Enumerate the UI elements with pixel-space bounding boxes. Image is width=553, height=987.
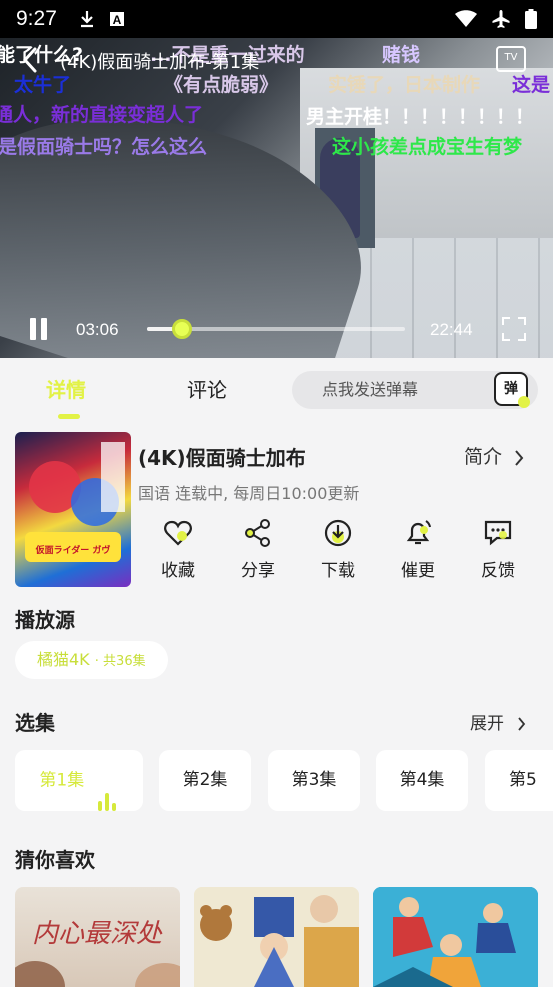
danmaku-comment: 是假面骑士吗？怎么这么 (0, 136, 208, 158)
download-icon (323, 518, 353, 548)
show-poster[interactable]: 仮面ライダー ガヴ (15, 432, 131, 587)
source-count: · 共36集 (94, 654, 146, 669)
poster-title: 仮面ライダー ガヴ (35, 544, 111, 556)
total-time: 22:44 (430, 320, 473, 339)
intro-label: 简介 (464, 446, 503, 468)
video-title: (4K)假面骑士加布-第1集 (60, 52, 260, 73)
action-label: 分享 (241, 561, 275, 581)
share-icon (243, 518, 273, 548)
heart-icon (163, 518, 193, 548)
status-bar: 9:27 A (0, 0, 553, 38)
video-player[interactable]: 能了什么? ...不是重一过来的 赌钱 太牛了 《有点脆弱》 实锤了，日本制作 … (0, 38, 553, 358)
battery-icon (525, 9, 537, 29)
recommendation-list: 内心最深处 (15, 887, 553, 987)
action-label: 催更 (401, 561, 435, 581)
recommendations-heading: 猜你喜欢 (15, 848, 95, 872)
episode-item[interactable]: 第1集 (15, 750, 143, 811)
episode-item[interactable]: 第4集 (376, 750, 468, 811)
episode-list: 第1集 第2集 第3集 第4集 第5 (15, 750, 553, 812)
episode-item[interactable]: 第5 (485, 750, 553, 811)
danmaku-comment: 这小孩差点成宝生有梦 (332, 136, 523, 158)
episodes-heading: 选集 (15, 711, 55, 735)
seek-bar[interactable] (147, 319, 405, 339)
back-button[interactable] (20, 46, 50, 76)
danmaku-comment: 实锤了，日本制作 (328, 74, 481, 96)
urge-update-button[interactable]: 催更 (388, 518, 448, 581)
recommendation-title: 内心最深处 (32, 919, 163, 949)
cast-tv-button[interactable]: TV (496, 46, 526, 72)
tab-details[interactable]: 详情 (46, 374, 86, 403)
recommendation-card[interactable] (194, 887, 359, 987)
pause-button[interactable] (28, 318, 50, 340)
action-label: 收藏 (161, 561, 195, 581)
chevron-left-icon (22, 47, 37, 73)
intro-button[interactable]: 简介 (464, 442, 524, 469)
action-row: 收藏 分享 下载 催更 反馈 (148, 518, 548, 588)
danmaku-comment: 男主开桂！！！！！！！！ (306, 106, 535, 128)
tab-indicator (58, 414, 80, 419)
detail-panel: 详情 评论 点我发送弹幕 弹 仮面ライダー ガヴ (4K)假面骑士加布 简介 国… (0, 358, 553, 987)
source-heading: 播放源 (15, 608, 75, 632)
tv-icon: TV (504, 52, 518, 63)
detail-tabs: 详情 评论 点我发送弹幕 弹 (0, 358, 553, 420)
player-controls: 03:06 22:44 (0, 308, 553, 350)
status-time: 9:27 (16, 7, 57, 30)
playing-bars-icon (97, 750, 119, 811)
show-meta: 国语 连载中, 每周日10:00更新 (138, 484, 360, 503)
source-chip[interactable]: 橘猫4K · 共36集 (15, 641, 168, 679)
seek-bar-handle[interactable] (172, 319, 193, 339)
danmaku-comment: 赌钱 (382, 44, 421, 66)
download-icon (79, 10, 95, 28)
feedback-button[interactable]: 反馈 (468, 518, 528, 581)
action-label: 下载 (321, 561, 355, 581)
expand-label: 展开 (470, 714, 504, 734)
episode-item[interactable]: 第3集 (268, 750, 360, 811)
action-label: 反馈 (481, 561, 515, 581)
danmaku-comment: 《有点脆弱》 (164, 74, 279, 96)
a-badge-icon: A (109, 11, 125, 27)
danmaku-comment: 通人，新的直接变超人了 (0, 104, 204, 126)
source-label: 橘猫4K (37, 650, 90, 669)
download-button[interactable]: 下载 (308, 518, 368, 581)
recommendation-card[interactable]: 内心最深处 (15, 887, 180, 987)
feedback-icon (483, 518, 513, 548)
svg-text:A: A (113, 13, 122, 27)
fullscreen-button[interactable] (502, 317, 526, 341)
expand-button[interactable]: 展开 (470, 709, 526, 734)
favorite-button[interactable]: 收藏 (148, 518, 208, 581)
wifi-icon (455, 10, 477, 28)
bell-icon (403, 518, 433, 548)
current-time: 03:06 (76, 320, 119, 339)
danmaku-comment: 这是 (512, 74, 551, 96)
airplane-icon (491, 9, 511, 29)
show-title: (4K)假面骑士加布 (138, 446, 306, 470)
recommendation-card[interactable] (373, 887, 538, 987)
danmaku-toggle-icon[interactable]: 弹 (494, 372, 530, 408)
share-button[interactable]: 分享 (228, 518, 288, 581)
chevron-right-icon (515, 449, 524, 466)
chevron-right-icon (518, 717, 526, 731)
episode-label: 第1集 (39, 770, 85, 791)
fullscreen-icon (502, 317, 510, 325)
tab-comments[interactable]: 评论 (187, 374, 227, 403)
episode-item[interactable]: 第2集 (159, 750, 251, 811)
